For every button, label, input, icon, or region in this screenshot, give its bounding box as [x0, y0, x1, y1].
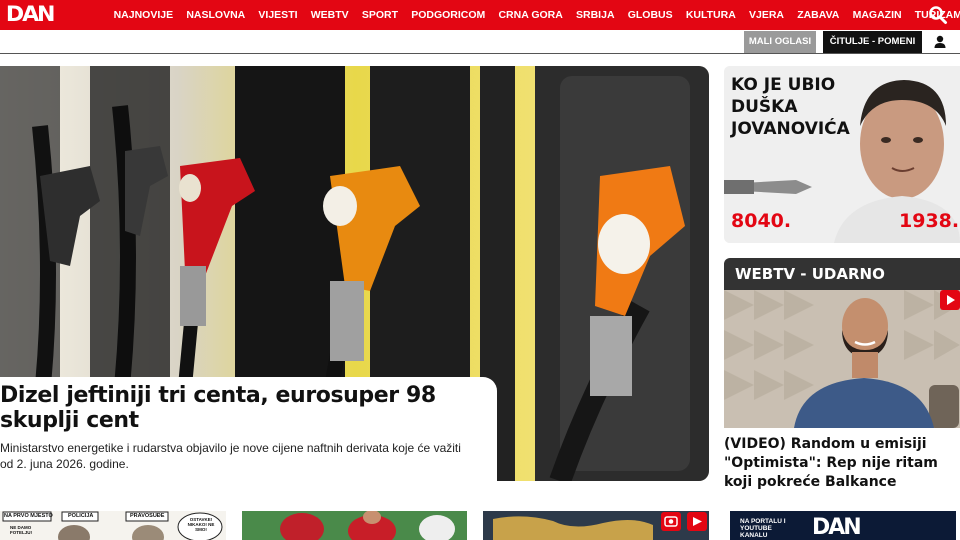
banner-text: NA PORTALU I YOUTUBE KANALU: [740, 518, 786, 539]
play-icon[interactable]: [940, 290, 960, 310]
cartoon-label-2: POLICIJA: [68, 513, 94, 519]
promo-banner[interactable]: KO JE UBIO DUŠKA JOVANOVIĆA 8040. 1938.: [724, 66, 960, 243]
nav-item-kultura[interactable]: KULTURA: [679, 0, 742, 30]
citulje-button[interactable]: ČITULJE - POMENI: [823, 31, 922, 53]
nav-item-vijesti[interactable]: VIJESTI: [252, 0, 304, 30]
thumb-map[interactable]: [483, 511, 709, 540]
nav-item-naslovna[interactable]: NASLOVNA: [180, 0, 252, 30]
secondary-bar: MALI OGLASI ČITULJE - POMENI: [0, 30, 960, 54]
nav-item-zabava[interactable]: ZABAVA: [791, 0, 846, 30]
search-icon[interactable]: [928, 5, 948, 25]
banner-logo: DAN: [812, 515, 862, 540]
mali-oglasi-button[interactable]: MALI OGLASI: [744, 31, 816, 53]
webtv-image: [724, 290, 960, 428]
promo-left-number: 8040.: [731, 210, 792, 232]
thumb-cartoon[interactable]: NA PRVO MJESTO POLICIJA PRAVOSUĐE OSTAVK…: [0, 511, 226, 540]
nav-item-srbija[interactable]: SRBIJA: [569, 0, 621, 30]
user-icon[interactable]: [930, 34, 950, 50]
hero-lead: Ministarstvo energetike i rudarstva obja…: [0, 441, 461, 471]
nav-item-magazin[interactable]: MAGAZIN: [846, 0, 908, 30]
cartoon-label-3: PRAVOSUĐE: [130, 513, 165, 519]
site-logo[interactable]: DAN: [5, 2, 56, 26]
webtv-heading[interactable]: WEBTV - UDARNO: [724, 258, 960, 290]
nav-item-sport[interactable]: SPORT: [355, 0, 404, 30]
hero-headline[interactable]: Dizel jeftiniji tri centa, eurosuper 98 …: [0, 383, 497, 433]
thumbnail-row: NA PRVO MJESTO POLICIJA PRAVOSUĐE OSTAVK…: [0, 511, 960, 540]
map-image: [483, 511, 709, 540]
nav-item-vjera[interactable]: VJERA: [742, 0, 790, 30]
thumb-sport[interactable]: [242, 511, 467, 540]
cartoon-label-4: OSTAVKE! NIKAKO! NE SMO!: [187, 517, 215, 532]
top-navigation-bar: DAN NAJNOVIJE NASLOVNA VIJESTI WEBTV SPO…: [0, 0, 960, 30]
nav-item-crna-gora[interactable]: CRNA GORA: [492, 0, 570, 30]
promo-right-number: 1938.: [899, 210, 960, 232]
sport-image: [242, 511, 467, 540]
cartoon-left-bubble: NE DAMO FOTELJU!: [10, 525, 32, 535]
webtv-video-thumbnail[interactable]: [724, 290, 960, 428]
nav-item-webtv[interactable]: WEBTV: [304, 0, 355, 30]
thumb-banner[interactable]: NA PORTALU I YOUTUBE KANALU DAN: [730, 511, 956, 540]
nav-item-najnovije[interactable]: NAJNOVIJE: [107, 0, 180, 30]
nav-item-podgoricom[interactable]: PODGORICOM: [405, 0, 492, 30]
webtv-video-title[interactable]: (VIDEO) Random u emisiji "Optimista": Re…: [724, 435, 960, 492]
hero-caption[interactable]: Dizel jeftiniji tri centa, eurosuper 98 …: [0, 377, 497, 481]
cartoon-label-1: NA PRVO MJESTO: [4, 513, 53, 519]
promo-title: KO JE UBIO DUŠKA JOVANOVIĆA: [731, 75, 850, 139]
main-nav: NAJNOVIJE NASLOVNA VIJESTI WEBTV SPORT P…: [107, 0, 960, 30]
logo-text: DAN: [5, 2, 56, 26]
nav-item-globus[interactable]: GLOBUS: [621, 0, 679, 30]
webtv-section: WEBTV - UDARNO (VIDEO) Random u emisiji …: [724, 258, 960, 498]
